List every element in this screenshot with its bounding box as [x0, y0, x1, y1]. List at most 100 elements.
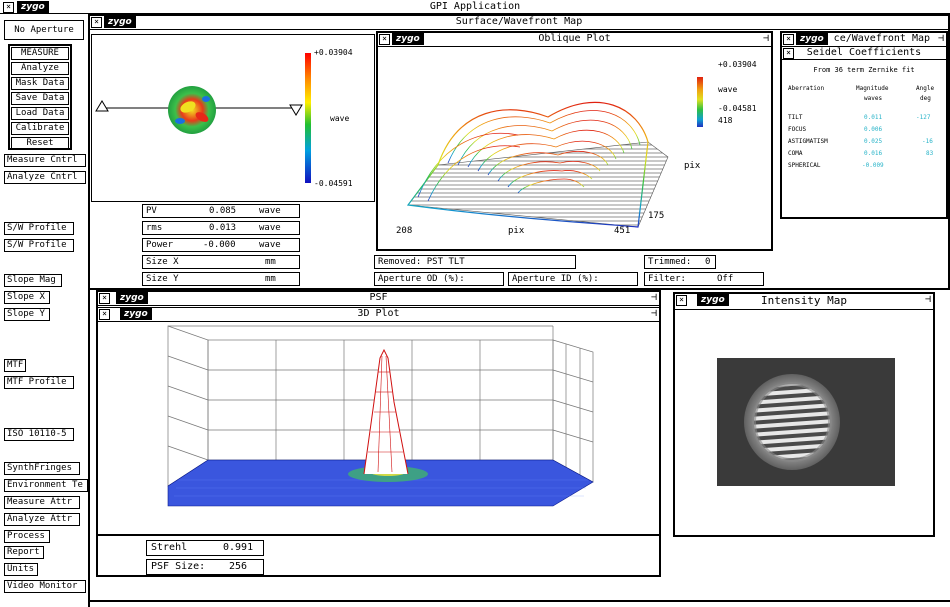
- pin-icon[interactable]: ⊣: [651, 292, 657, 304]
- oblique-axis-pix-right: pix: [684, 161, 701, 171]
- report-button[interactable]: Report: [4, 546, 44, 559]
- intensity-title-bar: × zygo Intensity Map ⊣: [675, 294, 933, 310]
- seidel-inner-close-icon[interactable]: ×: [783, 48, 794, 59]
- zygo-logo: zygo: [392, 33, 424, 45]
- seidel-row-tilt: TILT 0.011 -127: [788, 114, 931, 121]
- zygo-logo: zygo: [697, 294, 729, 306]
- left-cursor-icon: [95, 100, 109, 112]
- seidel-close-icon[interactable]: ×: [783, 34, 794, 45]
- removed-field: Removed: PST TLT: [374, 255, 576, 269]
- oblique-side-value: 418: [718, 116, 733, 125]
- intensity-close-icon[interactable]: ×: [676, 295, 687, 306]
- sw-profile-button-1[interactable]: S/W Profile: [4, 222, 74, 235]
- trimmed-field: Trimmed: 0: [644, 255, 716, 269]
- seidel-row-coma: COMA 0.016 83: [788, 150, 934, 157]
- surface-map-panel: +0.03904 wave -0.04591: [91, 34, 375, 202]
- app-title-bar: × zygo GPI Application: [0, 0, 950, 14]
- zygo-logo: zygo: [104, 16, 136, 28]
- seidel-inner-title: Seidel Coefficients: [806, 47, 922, 58]
- pin-icon[interactable]: ⊣: [938, 33, 944, 45]
- slope-y-button[interactable]: Slope Y: [4, 308, 50, 321]
- surface-colorbar: [305, 53, 311, 183]
- surface-colorbar-max: +0.03904: [314, 48, 353, 57]
- analyze-attr-button[interactable]: Analyze Attr: [4, 513, 80, 526]
- psf-title-bar: × zygo PSF ⊣: [98, 292, 659, 306]
- aperture-id-field: Aperture ID (%):: [508, 272, 638, 286]
- seidel-row-spherical: SPHERICAL -0.009: [788, 162, 884, 169]
- measure-group: MEASURE Analyze Mask Data Save Data Load…: [8, 44, 72, 150]
- iso-button[interactable]: ISO 10110-5: [4, 428, 74, 441]
- pv-field: PV 0.085 wave: [142, 204, 300, 218]
- seidel-row-focus: FOCUS 0.006: [788, 126, 883, 133]
- mask-data-button[interactable]: Mask Data: [11, 77, 69, 90]
- load-data-button[interactable]: Load Data: [11, 107, 69, 120]
- oblique-3d-surface: [406, 77, 703, 228]
- slope-x-button[interactable]: Slope X: [4, 291, 50, 304]
- oblique-plot-window: × zygo Oblique Plot ⊣ +0.03904 wave -0.0…: [376, 31, 773, 251]
- surface-close-icon[interactable]: ×: [91, 17, 102, 28]
- intensity-map-window: × zygo Intensity Map ⊣: [673, 292, 935, 537]
- seidel-outer-title: ce/Wavefront Map: [833, 33, 930, 44]
- seidel-header-units: waves deg: [864, 95, 931, 102]
- plot3d-title: 3D Plot: [357, 308, 400, 319]
- process-button[interactable]: Process: [4, 530, 50, 543]
- oblique-tick-451: 451: [614, 226, 631, 236]
- analyze-button[interactable]: Analyze: [11, 62, 69, 75]
- mtf-profile-button[interactable]: MTF Profile: [4, 376, 74, 389]
- oblique-close-icon[interactable]: ×: [379, 34, 390, 45]
- slope-mag-button[interactable]: Slope Mag: [4, 274, 62, 287]
- sw-profile-button-2[interactable]: S/W Profile: [4, 239, 74, 252]
- measure-attr-button[interactable]: Measure Attr: [4, 496, 80, 509]
- zygo-logo: zygo: [116, 292, 148, 304]
- psf-3d-plot: [167, 325, 594, 507]
- surface-colorbar-min: -0.04591: [314, 179, 353, 188]
- environment-button[interactable]: Environment Te: [4, 479, 88, 492]
- oblique-colorbar: [697, 77, 703, 127]
- psf-3d-plot-panel: × zygo 3D Plot ⊣: [98, 307, 659, 536]
- reset-button[interactable]: Reset: [11, 137, 69, 149]
- oblique-colorbar-unit: wave: [718, 85, 738, 94]
- strehl-field: Strehl 0.991: [146, 540, 264, 556]
- zygo-logo: zygo: [120, 308, 152, 320]
- analyze-cntrl-button[interactable]: Analyze Cntrl: [4, 171, 86, 184]
- surface-window-title: Surface/Wavefront Map: [455, 16, 583, 27]
- size-x-field: Size X mm: [142, 255, 300, 269]
- oblique-tick-208: 208: [396, 226, 413, 236]
- measure-cntrl-button[interactable]: Measure Cntrl: [4, 154, 86, 167]
- filter-field: Filter: Off: [644, 272, 764, 286]
- save-data-button[interactable]: Save Data: [11, 92, 69, 105]
- seidel-inner-title-bar: × Seidel Coefficients: [782, 47, 946, 60]
- pin-icon[interactable]: ⊣: [925, 294, 931, 306]
- plot3d-title-bar: × zygo 3D Plot ⊣: [98, 307, 659, 322]
- psf-window: × zygo PSF ⊣ × zygo 3D Plot ⊣ Strehl 0.9…: [96, 290, 661, 577]
- size-y-field: Size Y mm: [142, 272, 300, 286]
- plot3d-close-icon[interactable]: ×: [99, 309, 110, 320]
- aperture-button[interactable]: No Aperture: [4, 20, 84, 40]
- oblique-window-title: Oblique Plot: [538, 33, 611, 44]
- pin-icon[interactable]: ⊣: [763, 33, 769, 45]
- psf-size-field: PSF Size: 256: [146, 559, 264, 575]
- oblique-title-bar: × zygo Oblique Plot ⊣: [378, 33, 771, 47]
- surface-title-bar: × zygo Surface/Wavefront Map: [90, 16, 948, 30]
- synth-fringes-button[interactable]: SynthFringes: [4, 462, 80, 475]
- video-monitor-button[interactable]: Video Monitor: [4, 580, 86, 593]
- aperture-od-field: Aperture OD (%):: [374, 272, 504, 286]
- units-button[interactable]: Units: [4, 563, 38, 576]
- seidel-row-astigmatism: ASTIGMATISM 0.025 -16: [788, 138, 933, 145]
- oblique-axis-pix-bottom: pix: [508, 226, 525, 236]
- oblique-colorbar-max: +0.03904: [718, 60, 757, 69]
- measure-button[interactable]: MEASURE: [11, 47, 69, 60]
- intensity-image: [717, 358, 895, 486]
- pin-icon[interactable]: ⊣: [651, 308, 657, 320]
- calibrate-button[interactable]: Calibrate: [11, 122, 69, 135]
- seidel-outer-title-bar: × zygo ce/Wavefront Map ⊣: [782, 33, 946, 47]
- left-panel: No Aperture MEASURE Analyze Mask Data Sa…: [0, 14, 90, 607]
- oblique-tick-175: 175: [648, 211, 665, 221]
- bottom-rule: [88, 600, 950, 602]
- rms-field: rms 0.013 wave: [142, 221, 300, 235]
- psf-close-icon[interactable]: ×: [99, 293, 110, 304]
- seidel-subtitle: From 36 term Zernike fit: [813, 66, 915, 74]
- mtf-button[interactable]: MTF: [4, 359, 26, 372]
- power-field: Power -0.000 wave: [142, 238, 300, 252]
- intensity-window-title: Intensity Map: [760, 294, 848, 307]
